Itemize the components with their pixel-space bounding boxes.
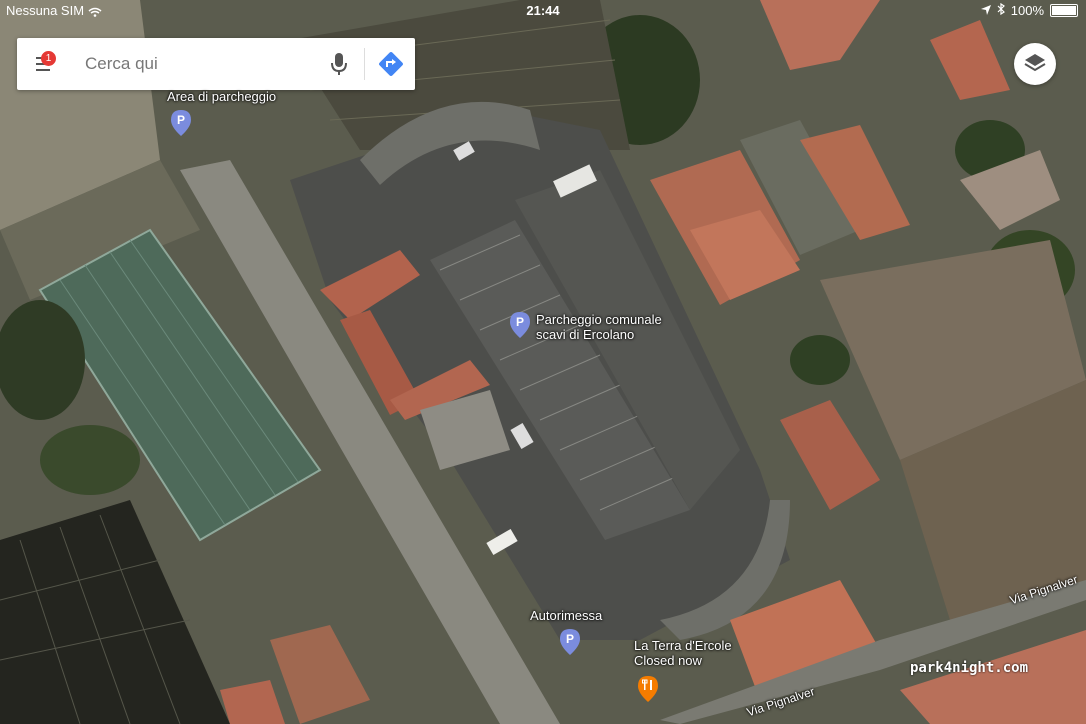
restaurant-pin[interactable]	[638, 676, 658, 702]
search-input[interactable]	[83, 50, 317, 78]
battery-percent: 100%	[1010, 3, 1044, 18]
clock: 21:44	[526, 3, 560, 18]
svg-text:P: P	[566, 632, 574, 646]
status-right: 100%	[980, 2, 1078, 18]
place-status: Closed now	[634, 653, 702, 668]
place-label-line: scavi di Ercolano	[536, 327, 635, 342]
place-label-area-di-parcheggio[interactable]: Area di parcheggio	[167, 89, 276, 104]
place-label-line: La Terra d'Ercole	[634, 638, 732, 653]
parking-icon: P	[171, 110, 191, 140]
directions-icon	[377, 52, 405, 82]
parking-icon: P	[510, 312, 530, 342]
voice-search-button[interactable]	[328, 51, 350, 77]
svg-text:P: P	[177, 113, 185, 127]
place-label-parcheggio-comunale[interactable]: Parcheggio comunale scavi di Ercolano	[536, 312, 662, 342]
place-label-line: Parcheggio comunale	[536, 312, 662, 327]
location-icon	[980, 3, 991, 18]
status-bar: Nessuna SIM 21:44 100%	[0, 0, 1086, 22]
layers-icon	[1014, 54, 1056, 89]
microphone-icon	[328, 53, 350, 81]
search-bar: 1	[17, 38, 415, 90]
place-label-la-terra-dercole[interactable]: La Terra d'Ercole Closed now	[634, 638, 732, 668]
parking-pin[interactable]: P	[171, 110, 191, 136]
svg-text:P: P	[516, 315, 524, 329]
directions-button[interactable]	[377, 50, 405, 78]
battery-icon	[1050, 4, 1078, 17]
parking-pin[interactable]: P	[560, 629, 580, 655]
parking-pin[interactable]: P	[510, 312, 530, 338]
place-label-autorimessa[interactable]: Autorimessa	[530, 608, 602, 623]
notification-badge: 1	[41, 51, 56, 66]
layers-button[interactable]	[1014, 43, 1056, 85]
watermark: park4night.com	[910, 660, 1029, 676]
restaurant-icon	[638, 676, 658, 706]
bluetooth-icon	[997, 2, 1005, 18]
search-divider	[364, 48, 365, 80]
parking-icon: P	[560, 629, 580, 659]
